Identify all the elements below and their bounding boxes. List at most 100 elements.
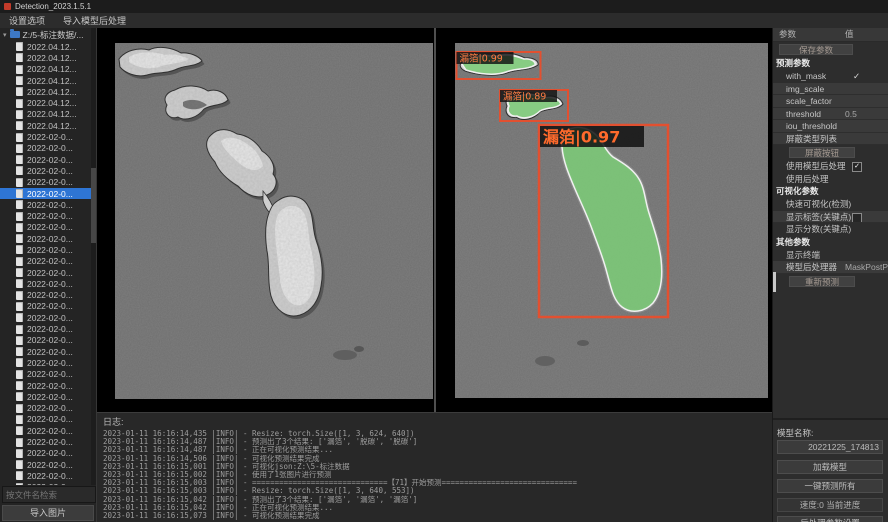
postprocess-settings-button[interactable]: 后处理参数设置 <box>777 516 883 522</box>
tree-item-label: 2022-02-0... <box>27 301 73 311</box>
load-model-button[interactable]: 加载模型 <box>777 460 883 474</box>
tree-item[interactable]: 2022-02-0... <box>0 312 96 323</box>
tree-item[interactable]: 2022-02-0... <box>0 335 96 346</box>
tree-item[interactable]: 2022-02-0... <box>0 244 96 255</box>
param-row[interactable]: with_mask✓ <box>773 70 888 83</box>
tree-item-label: 2022-02-0... <box>27 324 73 334</box>
title-bar: Detection_2023.1.5.1 <box>0 0 888 13</box>
detection-label-3: 漏箔|0.97 <box>543 128 620 148</box>
predict-all-button[interactable]: 一键预测所有 <box>777 479 883 493</box>
tree-item[interactable]: 2022-02-0... <box>0 154 96 165</box>
search-input[interactable] <box>2 486 96 503</box>
tree-item-label: 2022-02-0... <box>27 143 73 153</box>
param-label: img_scale <box>773 84 824 94</box>
tree-item[interactable]: 2022-02-0... <box>0 403 96 414</box>
param-row[interactable]: scale_factor <box>773 95 888 108</box>
tree-item-label: 2022-02-0... <box>27 222 73 232</box>
model-section: 模型名称: 20221225_174813 加载模型 一键预测所有 速度:0 当… <box>773 418 888 522</box>
tree-item[interactable]: 2022-02-0... <box>0 177 96 188</box>
tree-item[interactable]: 2022-02-0... <box>0 165 96 176</box>
expander-icon[interactable]: ▾ <box>3 31 7 39</box>
param-row[interactable]: iou_threshold <box>773 120 888 133</box>
menu-bar: 设置选项 导入模型后处理 <box>0 13 888 29</box>
tree-item[interactable]: 2022.04.12... <box>0 86 96 97</box>
sidebar-scrollbar-thumb[interactable] <box>773 272 776 292</box>
tree-root[interactable]: ▾ Z:/5-标注数据/... <box>0 28 96 41</box>
param-row[interactable]: 屏蔽类型列表 <box>773 133 888 146</box>
log-title: 日志: <box>103 415 772 428</box>
param-button[interactable]: 保存参数 <box>779 44 853 55</box>
tree-item[interactable]: 2022-02-0... <box>0 267 96 278</box>
tree-scrollbar[interactable] <box>91 28 96 485</box>
tree-item[interactable]: 2022-02-0... <box>0 143 96 154</box>
tree-item[interactable]: 2022-02-0... <box>0 278 96 289</box>
tree-item-label: 2022.04.12... <box>27 109 77 119</box>
menu-settings[interactable]: 设置选项 <box>0 14 54 27</box>
param-button[interactable]: 屏蔽按钮 <box>789 147 855 158</box>
tree-item[interactable]: 2022-02-0... <box>0 222 96 233</box>
param-row[interactable]: 使用模型后处理✓ <box>773 160 888 173</box>
tree-item[interactable]: 2022.04.12... <box>0 52 96 63</box>
tree-item[interactable]: 2022-02-0... <box>0 233 96 244</box>
tree-scrollbar-thumb[interactable] <box>91 168 96 243</box>
tree-item[interactable]: 2022-02-0... <box>0 482 96 485</box>
tree-item[interactable]: 2022-02-0... <box>0 188 96 199</box>
param-row[interactable]: threshold0.5 <box>773 108 888 121</box>
file-icon <box>16 460 23 469</box>
tree-item[interactable]: 2022.04.12... <box>0 41 96 52</box>
tree-item[interactable]: 2022-02-0... <box>0 323 96 334</box>
tree-item[interactable]: 2022-02-0... <box>0 199 96 210</box>
tree-item[interactable]: 2022-02-0... <box>0 210 96 221</box>
param-button[interactable]: 重新预测 <box>789 276 855 287</box>
tree-item[interactable]: 2022-02-0... <box>0 256 96 267</box>
tree-item[interactable]: 2022-02-0... <box>0 470 96 481</box>
tree-item-label: 2022-02-0... <box>27 358 73 368</box>
tree-item[interactable]: 2022-02-0... <box>0 448 96 459</box>
import-images-button[interactable]: 导入图片 <box>2 505 94 521</box>
tree-item[interactable]: 2022-02-0... <box>0 459 96 470</box>
tree-item[interactable]: 2022-02-0... <box>0 391 96 402</box>
tree-item[interactable]: 2022-02-0... <box>0 301 96 312</box>
tree-item-label: 2022-02-0... <box>27 279 73 289</box>
menu-import-postprocess[interactable]: 导入模型后处理 <box>54 14 135 27</box>
model-name-field[interactable]: 20221225_174813 <box>777 440 883 454</box>
tree-item[interactable]: 2022-02-0... <box>0 369 96 380</box>
tree-item-label: 2022.04.12... <box>27 121 77 131</box>
tree-item-label: 2022.04.12... <box>27 76 77 86</box>
param-row[interactable]: 显示分数(关键点) <box>773 223 888 236</box>
file-icon <box>16 381 23 390</box>
tree-item[interactable]: 2022-02-0... <box>0 414 96 425</box>
param-header-value: 值 <box>845 28 854 41</box>
file-icon <box>16 212 23 221</box>
param-section-header: 可视化参数 <box>773 185 888 198</box>
tree-item[interactable]: 2022.04.12... <box>0 120 96 131</box>
tree-item[interactable]: 2022-02-0... <box>0 357 96 368</box>
checkbox[interactable]: ✓ <box>852 162 862 172</box>
tree-item[interactable]: 2022.04.12... <box>0 109 96 120</box>
tree-item[interactable]: 2022.04.12... <box>0 75 96 86</box>
param-row[interactable]: img_scale <box>773 83 888 96</box>
tree-item[interactable]: 2022-02-0... <box>0 346 96 357</box>
tree-item[interactable]: 2022-02-0... <box>0 131 96 142</box>
tree-item[interactable]: 2022-02-0... <box>0 380 96 391</box>
checkbox[interactable] <box>852 213 862 223</box>
param-row[interactable]: 显示终端 <box>773 249 888 262</box>
tree-item[interactable]: 2022-02-0... <box>0 425 96 436</box>
detection-label-2: 漏箔|0.89 <box>503 90 546 102</box>
param-row[interactable]: 使用后处理 <box>773 173 888 186</box>
tree-item[interactable]: 2022-02-0... <box>0 436 96 447</box>
file-icon <box>16 87 23 96</box>
tree-item-label: 2022-02-0... <box>27 335 73 345</box>
param-label: 显示终端 <box>773 250 820 260</box>
param-row[interactable]: 快速可视化(检测) <box>773 198 888 211</box>
tree-item-label: 2022-02-0... <box>27 437 73 447</box>
tree-item[interactable]: 2022-02-0... <box>0 290 96 301</box>
param-row[interactable]: 显示标签(关键点) <box>773 211 888 224</box>
file-icon <box>16 449 23 458</box>
progress-status: 速度:0 当前进度 <box>777 498 883 512</box>
app-window: Detection_2023.1.5.1 设置选项 导入模型后处理 ▾ Z:/5… <box>0 0 888 522</box>
tree-item[interactable]: 2022.04.12... <box>0 64 96 75</box>
tree-item[interactable]: 2022.04.12... <box>0 97 96 108</box>
param-row[interactable]: 模型后处理器MaskPostPro <box>773 261 888 274</box>
viewer-area: 漏箔|0.99 漏箔|0.89 漏箔|0.97 日志: 2023-01-11 1… <box>97 28 772 522</box>
